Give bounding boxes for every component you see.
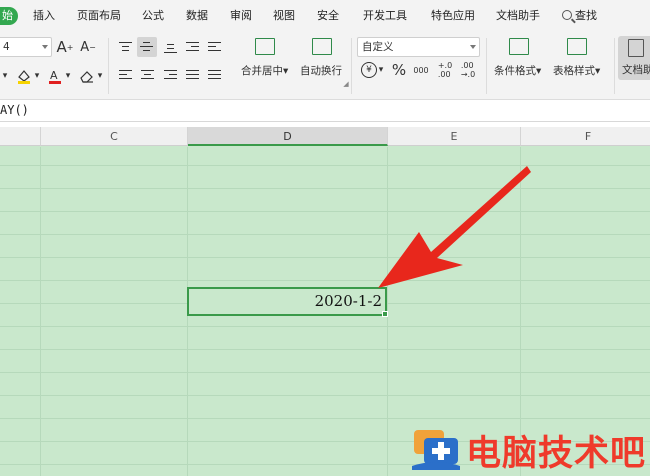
watermark-text: 电脑技术吧 — [466, 434, 647, 474]
watermark: 电脑技术吧 — [408, 424, 650, 474]
pointer-arrow-icon — [378, 166, 531, 288]
watermark-logo-icon — [412, 430, 460, 470]
